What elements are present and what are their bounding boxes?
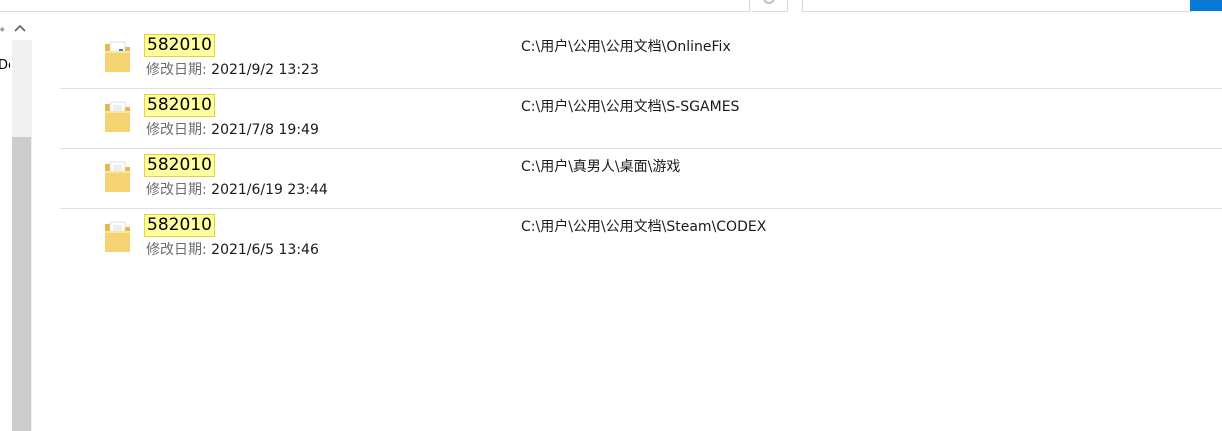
scrollbar-thumb[interactable] (12, 137, 31, 431)
search-result-row[interactable]: 582010 修改日期: 2021/6/19 23:44 C:\用户\真男人\桌… (60, 149, 1222, 209)
search-result-row[interactable]: 582010 修改日期: 2021/6/5 13:46 C:\用户\公用\公用文… (60, 209, 1222, 268)
result-name: 582010 (144, 154, 215, 177)
folder-icon (104, 219, 132, 255)
result-path: C:\用户\公用\公用文档\S-SGAMES (521, 99, 740, 115)
folder-with-file-icon (104, 39, 132, 75)
folder-icon (104, 159, 132, 195)
refresh-icon (763, 0, 775, 4)
search-results-list: 582010 修改日期: 2021/9/2 13:23 C:\用户\公用\公用文… (60, 29, 1222, 268)
search-result-row[interactable]: 582010 修改日期: 2021/7/8 19:49 C:\用户\公用\公用文… (60, 89, 1222, 149)
folder-icon (104, 99, 132, 135)
modified-date-value: 2021/9/2 13:23 (211, 62, 319, 78)
modified-date-value: 2021/7/8 19:49 (211, 122, 319, 138)
modified-date: 修改日期: 2021/6/5 13:46 (146, 242, 319, 259)
scroll-up-arrow[interactable] (13, 22, 29, 36)
modified-date-label: 修改日期: (146, 242, 207, 258)
result-path: C:\用户\真男人\桌面\游戏 (521, 159, 681, 175)
modified-date-label: 修改日期: (146, 122, 207, 138)
search-input[interactable] (802, 0, 1192, 12)
modified-date: 修改日期: 2021/9/2 13:23 (146, 62, 319, 79)
modified-date-label: 修改日期: (146, 62, 207, 78)
toolbar-strip (0, 0, 1222, 13)
modified-date-value: 2021/6/19 23:44 (211, 182, 328, 198)
modified-date-value: 2021/6/5 13:46 (211, 242, 319, 258)
modified-date: 修改日期: 2021/6/19 23:44 (146, 182, 328, 199)
pin-icon: ✦ (0, 25, 7, 36)
address-bar[interactable] (0, 0, 750, 12)
result-path: C:\用户\公用\公用文档\OnlineFix (521, 39, 731, 55)
result-name: 582010 (144, 214, 215, 237)
result-name: 582010 (144, 94, 215, 117)
search-button[interactable] (1190, 0, 1222, 11)
modified-date: 修改日期: 2021/7/8 19:49 (146, 122, 319, 139)
refresh-button[interactable] (752, 0, 788, 12)
modified-date-label: 修改日期: (146, 182, 207, 198)
result-name: 582010 (144, 34, 215, 57)
navigation-pane: ✦ De (0, 20, 32, 431)
nav-item-label[interactable]: De (0, 58, 10, 73)
result-path: C:\用户\公用\公用文档\Steam\CODEX (521, 219, 767, 235)
search-result-row[interactable]: 582010 修改日期: 2021/9/2 13:23 C:\用户\公用\公用文… (60, 29, 1222, 89)
